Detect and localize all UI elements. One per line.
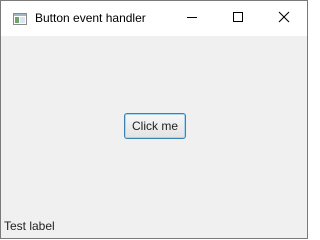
title-bar[interactable]: Button event handler xyxy=(1,1,307,36)
content-pane: Click me Test label xyxy=(1,36,307,238)
app-window-icon xyxy=(13,12,27,25)
app-window: Button event handler Click me Test label xyxy=(0,0,308,239)
test-label: Test label xyxy=(4,219,55,233)
minimize-button[interactable] xyxy=(169,1,215,36)
close-button[interactable] xyxy=(261,1,307,36)
window-title: Button event handler xyxy=(35,11,146,25)
click-me-button[interactable]: Click me xyxy=(124,113,186,139)
close-icon xyxy=(278,10,290,28)
minimize-icon xyxy=(186,10,198,28)
maximize-icon xyxy=(232,10,244,28)
maximize-button[interactable] xyxy=(215,1,261,36)
